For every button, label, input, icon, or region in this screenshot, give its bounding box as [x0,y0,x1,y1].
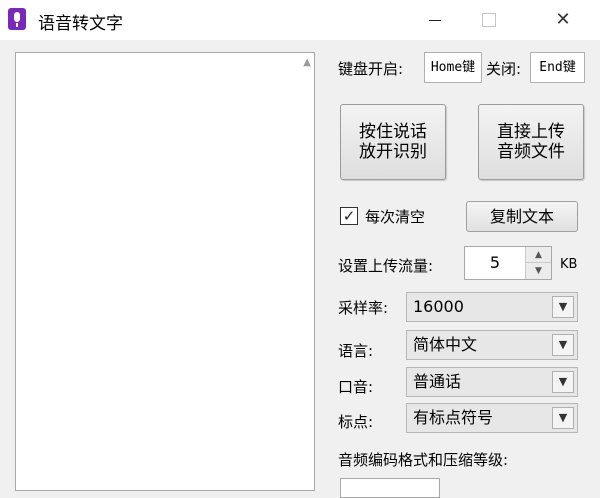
accent-label: 口音: [338,378,374,396]
encoding-select[interactable] [340,478,440,498]
language-value: 简体中文 [413,335,478,354]
hotkey-open-label: 键盘开启: [338,60,404,78]
clear-each-time-label: 每次清空 [365,208,426,226]
sample-rate-select[interactable]: 16000 ▼ [406,292,578,322]
minimize-button[interactable] [412,0,458,40]
spin-up-arrow-icon[interactable]: ▲ [525,247,551,263]
sample-rate-value: 16000 [413,297,464,316]
scroll-up-arrow-icon[interactable]: ▲ [303,57,311,68]
hold-to-talk-button[interactable]: 按住说话 放开识别 [340,104,446,180]
hotkey-close-label: 关闭: [486,60,522,78]
punctuation-value: 有标点符号 [413,408,494,427]
recognized-text-area[interactable]: ▲ [15,52,315,491]
title-bar: 语音转文字 ✕ [0,0,600,40]
upload-rate-value[interactable]: 5 [465,247,525,279]
hold-to-talk-line2: 放开识别 [359,142,427,162]
language-label: 语言: [338,342,374,360]
upload-rate-unit: KB [560,257,578,272]
hotkey-open-field[interactable]: Home键 [424,52,482,83]
window-title: 语音转文字 [38,14,123,34]
copy-text-button[interactable]: 复制文本 [466,201,578,232]
maximize-button [466,0,512,40]
close-button[interactable]: ✕ [540,0,586,40]
accent-select[interactable]: 普通话 ▼ [406,367,578,397]
minimize-icon [429,19,441,21]
hotkey-close-field[interactable]: End键 [530,52,585,83]
chevron-down-icon[interactable]: ▼ [552,371,574,393]
upload-audio-file-button[interactable]: 直接上传 音频文件 [478,104,584,180]
microphone-icon [8,8,26,30]
accent-value: 普通话 [413,372,462,391]
encoding-label: 音频编码格式和压缩等级: [338,451,509,469]
chevron-down-icon[interactable]: ▼ [552,334,574,356]
upload-audio-line2: 音频文件 [497,142,565,162]
chevron-down-icon[interactable]: ▼ [552,407,574,429]
upload-rate-label: 设置上传流量: [338,257,434,275]
hold-to-talk-line1: 按住说话 [359,122,427,142]
upload-rate-spinner[interactable]: 5 ▲ ▼ [464,246,552,280]
upload-audio-line1: 直接上传 [497,122,565,142]
chevron-down-icon[interactable]: ▼ [552,296,574,318]
close-icon: ✕ [555,9,571,30]
punctuation-select[interactable]: 有标点符号 ▼ [406,403,578,433]
maximize-icon [482,13,496,27]
language-select[interactable]: 简体中文 ▼ [406,330,578,360]
punctuation-label: 标点: [338,413,374,431]
clear-each-time-checkbox[interactable]: ✓ [340,207,358,225]
sample-rate-label: 采样率: [338,299,389,317]
spin-down-arrow-icon[interactable]: ▼ [525,263,551,279]
